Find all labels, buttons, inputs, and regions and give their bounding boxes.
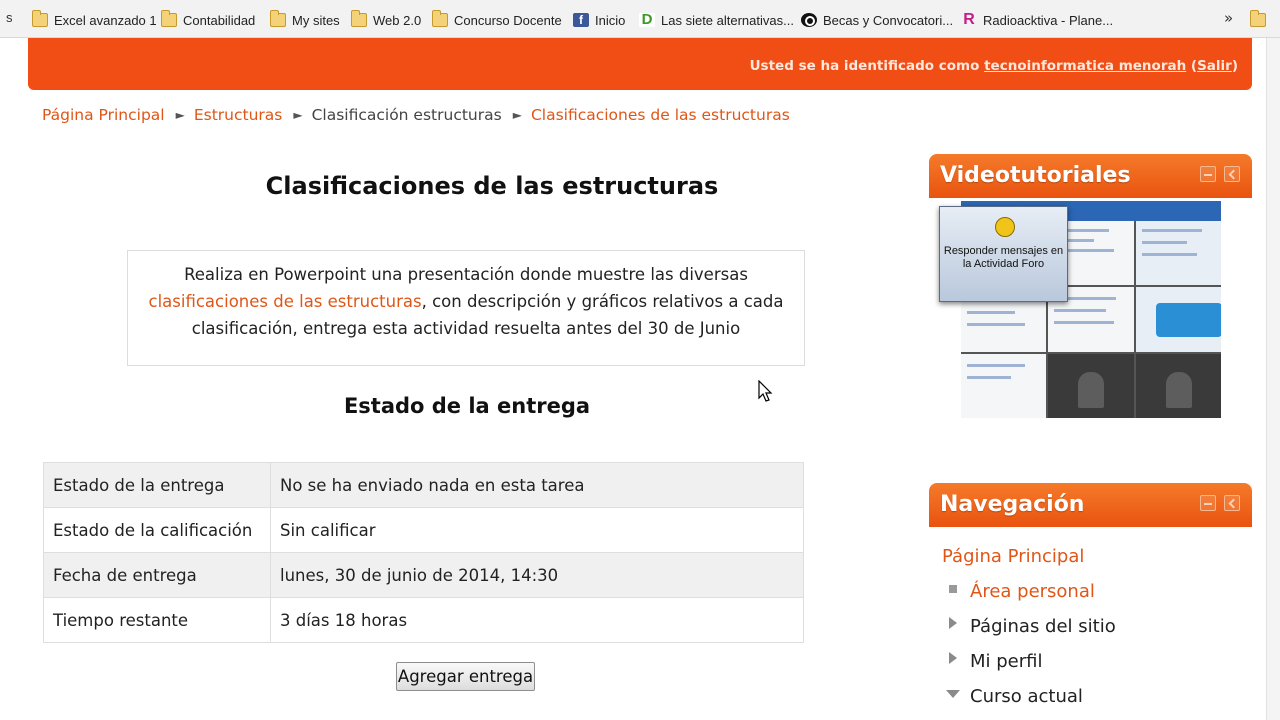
logout-open: ( <box>1186 58 1198 74</box>
status-value: Sin calificar <box>270 507 804 553</box>
bookmarks-overflow-button[interactable]: » <box>1224 9 1233 27</box>
bookmark-web-2-0[interactable]: Web 2.0 <box>350 10 422 30</box>
video-badge-icon <box>995 217 1015 237</box>
bookmarks-edge-glyph: s <box>6 10 13 25</box>
status-value: 3 días 18 horas <box>270 597 804 643</box>
status-value: lunes, 30 de junio de 2014, 14:30 <box>270 552 804 598</box>
video-thumbnail[interactable] <box>1135 221 1221 286</box>
logout-link[interactable]: Salir <box>1197 58 1232 74</box>
table-row: Fecha de entrega lunes, 30 de junio de 2… <box>43 552 804 598</box>
video-preview-text: Responder mensajes en la Actividad Foro <box>943 245 1064 270</box>
navigation-block-header: Navegación <box>929 483 1252 527</box>
breadcrumb-separator: ► <box>175 108 185 122</box>
bookmark-label: Radioacktiva - Plane... <box>983 12 1114 28</box>
video-thumbnail[interactable] <box>1135 287 1221 352</box>
video-block-header: Videotutoriales <box>929 154 1252 198</box>
bullet-icon <box>949 585 957 593</box>
video-thumbnail[interactable] <box>1048 353 1134 418</box>
bookmark-concurso-docente[interactable]: Concurso Docente <box>431 10 562 30</box>
folder-icon <box>1249 10 1266 27</box>
block-title: Navegación <box>940 492 1085 517</box>
bookmarks-bar: s Excel avanzado 1 Contabilidad My sites… <box>0 0 1280 38</box>
video-thumbnail[interactable] <box>1135 353 1221 418</box>
video-thumbnail[interactable] <box>961 353 1047 418</box>
block-title: Videotutoriales <box>940 163 1131 188</box>
nav-item-paginas-sitio[interactable]: Páginas del sitio <box>970 616 1116 637</box>
folder-icon <box>160 10 177 27</box>
becas-icon <box>801 13 817 27</box>
page-scrollbar[interactable] <box>1266 38 1280 720</box>
radioacktiva-icon: R <box>963 11 975 28</box>
folder-icon <box>431 10 448 27</box>
bookmark-contabilidad[interactable]: Contabilidad <box>160 10 256 30</box>
mouse-cursor-icon <box>758 380 773 402</box>
bookmark-label: Becas y Convocatori... <box>823 12 954 28</box>
dock-icon[interactable] <box>1224 495 1240 511</box>
table-row: Tiempo restante 3 días 18 horas <box>43 597 804 643</box>
chevron-right-icon[interactable] <box>949 652 957 664</box>
bookmark-label: Contabilidad <box>183 12 256 28</box>
site-header: Usted se ha identificado como tecnoinfor… <box>28 38 1252 90</box>
breadcrumb-separator: ► <box>293 108 303 122</box>
bookmark-label: Las siete alternativas... <box>661 12 794 28</box>
status-label: Estado de la calificación <box>43 507 271 553</box>
nav-home-link[interactable]: Página Principal <box>942 546 1084 567</box>
facebook-icon: f <box>573 13 589 27</box>
description-text: Realiza en Powerpoint una presentación d… <box>184 265 748 284</box>
bookmark-my-sites[interactable]: My sites <box>269 10 340 30</box>
bookmark-inicio[interactable]: f Inicio <box>573 10 625 30</box>
folder-icon <box>269 10 286 27</box>
folder-icon <box>31 10 48 27</box>
breadcrumb-item-current[interactable]: Clasificaciones de las estructuras <box>531 106 790 124</box>
chevron-right-icon[interactable] <box>949 617 957 629</box>
bookmark-label: Excel avanzado 1 <box>54 12 157 28</box>
assignment-description: Realiza en Powerpoint una presentación d… <box>127 250 805 366</box>
bookmark-siete-alternativas[interactable]: D Las siete alternativas... <box>639 10 794 30</box>
video-preview-tooltip: Responder mensajes en la Actividad Foro <box>939 206 1068 302</box>
breadcrumb-item-estructuras[interactable]: Estructuras <box>194 106 283 124</box>
dock-icon[interactable] <box>1224 166 1240 182</box>
bookmark-label: My sites <box>292 12 340 28</box>
nav-item-area-personal[interactable]: Área personal <box>970 581 1095 602</box>
bookmark-label: Web 2.0 <box>373 12 422 28</box>
d-logo-icon: D <box>639 12 655 27</box>
nav-item-curso-actual[interactable]: Curso actual <box>970 686 1083 707</box>
submission-status-table: Estado de la entrega No se ha enviado na… <box>43 462 804 643</box>
minimize-icon[interactable] <box>1200 166 1216 182</box>
logout-close: ) <box>1231 58 1238 74</box>
bookmark-other-folder[interactable] <box>1249 10 1272 30</box>
status-label: Estado de la entrega <box>43 462 271 508</box>
bookmark-label: Concurso Docente <box>454 12 562 28</box>
chevron-down-icon[interactable] <box>946 690 960 698</box>
table-row: Estado de la entrega No se ha enviado na… <box>43 462 804 508</box>
bookmark-excel-avanzado[interactable]: Excel avanzado 1 <box>31 10 157 30</box>
bookmark-radioacktiva[interactable]: R Radioacktiva - Plane... <box>961 10 1113 30</box>
description-highlight: clasificaciones de las estructuras <box>148 292 422 311</box>
bookmark-label: Inicio <box>595 12 626 28</box>
status-value: No se ha enviado nada en esta tarea <box>270 462 804 508</box>
folder-icon <box>350 10 367 27</box>
status-label: Tiempo restante <box>43 597 271 643</box>
breadcrumb-item-clasificacion: Clasificación estructuras <box>311 106 502 124</box>
login-info: Usted se ha identificado como tecnoinfor… <box>750 58 1238 74</box>
status-label: Fecha de entrega <box>43 552 271 598</box>
breadcrumb-item-home[interactable]: Página Principal <box>42 106 165 124</box>
login-prefix: Usted se ha identificado como <box>749 58 985 74</box>
add-submission-button[interactable]: Agregar entrega <box>396 662 535 691</box>
user-profile-link[interactable]: tecnoinformatica menorah <box>984 58 1186 74</box>
nav-item-mi-perfil[interactable]: Mi perfil <box>970 651 1043 672</box>
breadcrumb: Página Principal ► Estructuras ► Clasificaci… <box>42 106 790 124</box>
minimize-icon[interactable] <box>1200 495 1216 511</box>
table-row: Estado de la calificación Sin calificar <box>43 507 804 553</box>
page-title: Clasificaciones de las estructuras <box>265 172 719 200</box>
bookmark-becas[interactable]: Becas y Convocatori... <box>801 10 953 30</box>
breadcrumb-separator: ► <box>512 108 522 122</box>
